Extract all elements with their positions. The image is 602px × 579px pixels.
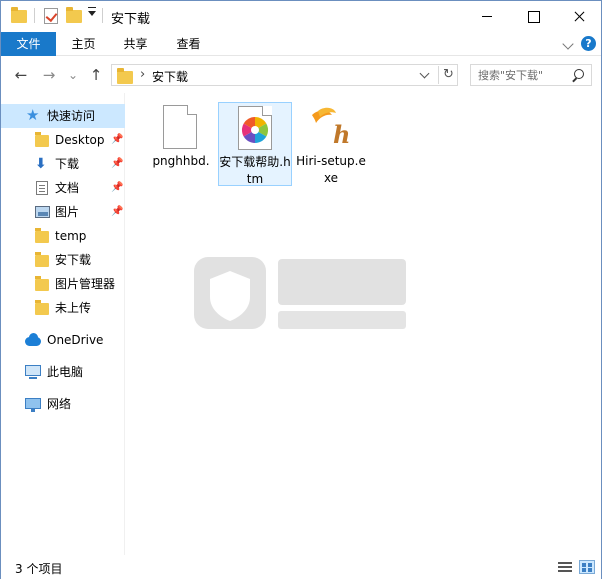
- file-item[interactable]: 安下载帮助.htm: [218, 102, 292, 186]
- sidebar-item-image-manager[interactable]: 图片管理器: [1, 272, 125, 296]
- window-title: 安下载: [111, 12, 151, 27]
- navigation-bar: ← → ⌄ ↑ › 安下载 ↻: [1, 57, 601, 93]
- file-item[interactable]: h Hiri-setup.exe: [294, 102, 368, 186]
- breadcrumb-separator[interactable]: ›: [140, 67, 145, 82]
- sidebar-item-desktop[interactable]: Desktop 📌: [1, 128, 125, 152]
- item-count: 3 个项目: [15, 562, 63, 576]
- ribbon-tabs: 文件 主页 共享 查看 ?: [1, 32, 601, 56]
- sidebar-item-onedrive[interactable]: OneDrive: [1, 328, 125, 352]
- tab-view[interactable]: 查看: [166, 32, 211, 56]
- sidebar-item-not-uploaded[interactable]: 未上传: [1, 296, 125, 320]
- expand-ribbon-icon[interactable]: [562, 38, 574, 50]
- tab-share[interactable]: 共享: [113, 32, 158, 56]
- explorer-window: 安下载 文件 主页 共享 查看 ? ← → ⌄ ↑ › 安下载 ↻ ★: [0, 0, 602, 579]
- refresh-button[interactable]: ↻: [438, 66, 458, 84]
- customize-toolbar-icon[interactable]: [88, 7, 96, 16]
- svg-text:h: h: [333, 120, 350, 149]
- search-input[interactable]: [472, 66, 568, 84]
- hiri-logo-icon: h: [312, 107, 350, 149]
- quick-access-separator: [34, 8, 35, 23]
- pin-icon[interactable]: 📌: [111, 152, 123, 176]
- hiri-app-icon: h: [312, 105, 350, 149]
- file-name: 安下载帮助.htm: [219, 155, 291, 186]
- back-button[interactable]: ←: [12, 66, 30, 84]
- minimize-button[interactable]: [464, 1, 510, 32]
- sidebar-item-label: 下载: [55, 157, 80, 171]
- computer-icon: [25, 365, 41, 379]
- sidebar-item-pictures[interactable]: 图片 📌: [1, 200, 125, 224]
- pin-icon[interactable]: 📌: [111, 200, 123, 224]
- address-history-icon[interactable]: [419, 68, 430, 79]
- pin-icon[interactable]: 📌: [111, 128, 123, 152]
- folder-icon: [35, 300, 49, 315]
- sidebar-item-label: 安下载: [55, 253, 92, 267]
- sidebar-item-documents[interactable]: 文档 📌: [1, 176, 125, 200]
- folder-icon: [35, 228, 49, 243]
- watermark-logo: [194, 257, 406, 329]
- htm-file-icon: [238, 106, 272, 150]
- up-button[interactable]: ↑: [87, 66, 105, 84]
- forward-button[interactable]: →: [40, 66, 58, 84]
- download-icon: ⬇: [35, 156, 47, 172]
- sidebar-item-label: OneDrive: [47, 333, 104, 347]
- document-icon: [36, 181, 48, 195]
- help-icon[interactable]: ?: [581, 36, 596, 51]
- new-folder-icon[interactable]: [66, 7, 82, 23]
- file-name: Hiri-setup.exe: [296, 154, 366, 185]
- star-icon: ★: [26, 106, 40, 124]
- sidebar-item-label: 此电脑: [47, 365, 84, 379]
- title-separator: [102, 8, 103, 23]
- picture-icon: [35, 206, 50, 218]
- details-view-icon[interactable]: [557, 560, 573, 574]
- file-item[interactable]: pnghhbd.: [144, 102, 218, 186]
- folder-icon: [35, 132, 49, 147]
- title-bar: 安下载: [1, 1, 601, 32]
- folder-icon: [35, 276, 49, 291]
- properties-icon[interactable]: [44, 8, 58, 24]
- sidebar-item-this-pc[interactable]: 此电脑: [1, 360, 125, 384]
- search-box[interactable]: [470, 64, 592, 86]
- sidebar-item-anxz[interactable]: 安下载: [1, 248, 125, 272]
- sidebar-item-label: 网络: [47, 397, 72, 411]
- sidebar-item-network[interactable]: 网络: [1, 392, 125, 416]
- tab-home[interactable]: 主页: [61, 32, 106, 56]
- folder-icon[interactable]: [11, 7, 27, 23]
- sidebar-item-label: 未上传: [55, 301, 92, 315]
- large-icons-view-icon[interactable]: [579, 560, 595, 574]
- maximize-button[interactable]: [510, 1, 556, 32]
- sidebar-item-label: 图片管理器: [55, 277, 116, 291]
- sidebar-item-label: Desktop: [55, 133, 105, 147]
- folder-icon: [117, 68, 133, 84]
- sidebar-item-label: 文档: [55, 181, 80, 195]
- sidebar-item-quick-access[interactable]: ★ 快速访问: [1, 104, 125, 128]
- sidebar-item-downloads[interactable]: ⬇ 下载 📌: [1, 152, 125, 176]
- folder-icon: [35, 252, 49, 267]
- color-wheel-icon: [241, 116, 269, 144]
- sidebar-item-label: temp: [55, 229, 87, 243]
- search-icon[interactable]: [571, 68, 585, 82]
- cloud-icon: [25, 333, 41, 346]
- pin-icon[interactable]: 📌: [111, 176, 123, 200]
- address-bar[interactable]: › 安下载 ↻: [111, 64, 458, 86]
- close-button[interactable]: [556, 1, 602, 32]
- sidebar-item-temp[interactable]: temp: [1, 224, 125, 248]
- generic-file-icon: [163, 105, 197, 149]
- recent-locations-button[interactable]: ⌄: [64, 66, 82, 84]
- file-name: pnghhbd.: [152, 154, 210, 168]
- navigation-pane: ★ 快速访问 Desktop 📌 ⬇ 下载 📌 文档 📌 图片 📌 temp 安…: [1, 93, 125, 555]
- sidebar-item-label: 快速访问: [47, 109, 96, 123]
- status-bar: 3 个项目: [1, 555, 601, 579]
- network-icon: [25, 398, 41, 412]
- breadcrumb-current[interactable]: 安下载: [152, 68, 188, 85]
- sidebar-item-label: 图片: [55, 205, 80, 219]
- file-list[interactable]: pnghhbd. 安下载帮助.htm h Hiri-setup.exe: [126, 93, 601, 555]
- tab-file[interactable]: 文件: [1, 32, 56, 56]
